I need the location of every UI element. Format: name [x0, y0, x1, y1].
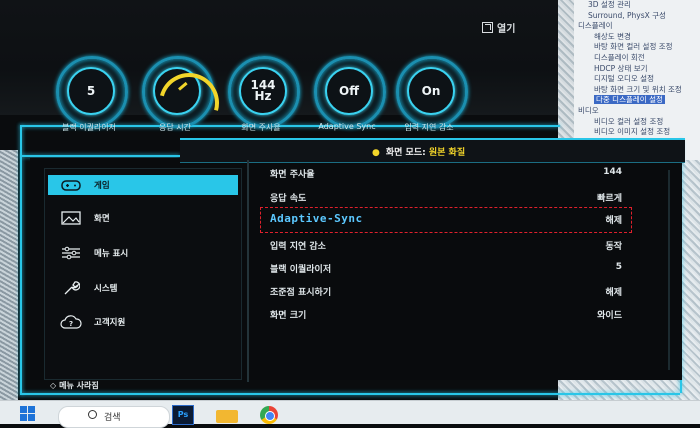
setting-value: 와이드 [597, 311, 622, 321]
background-left-noise [0, 150, 18, 400]
menu-item-label: 화면 [94, 214, 110, 224]
knob-label: 화면 주사율 [241, 123, 281, 132]
photoshop-icon[interactable]: Ps [172, 405, 194, 425]
tree-item[interactable]: 비디오 [578, 106, 682, 117]
tree-item[interactable]: 바탕 화면 크기 및 위치 조정 [578, 85, 682, 96]
menu-item-label: 고객지원 [94, 318, 126, 328]
tree-item[interactable]: 바탕 화면 컬러 설정 조정 [578, 42, 682, 53]
setting-value: 5 [615, 262, 622, 272]
tree-item[interactable]: 디지털 오디오 설정 [578, 74, 682, 85]
sliders-icon [58, 245, 84, 261]
tree-item[interactable]: 해상도 변경 [578, 32, 682, 43]
setting-row-input-lag[interactable]: 입력 지연 감소 동작 [262, 236, 622, 254]
joystick-icon: ◇ [50, 381, 57, 390]
tree-item[interactable]: 3D 설정 관리 [578, 0, 682, 11]
knob-value [148, 62, 230, 144]
windows-start-icon[interactable] [20, 406, 36, 422]
open-external-icon [482, 22, 493, 33]
setting-row-refresh-rate[interactable]: 화면 주사율 144 [262, 164, 622, 182]
nvidia-tree: 3D 설정 관리 Surround, PhysX 구성 디스플레이 해상도 변경… [578, 0, 682, 138]
bottom-hint: ◇ 메뉴 사라짐 [50, 380, 99, 391]
tree-item[interactable]: HDCP 상태 보기 [578, 64, 682, 75]
knob-value: On [407, 67, 455, 115]
bottom-hint-label: 메뉴 사라짐 [59, 381, 99, 390]
osd-frame-line [20, 155, 22, 395]
osd-frame-line [20, 393, 680, 395]
tree-item-selected[interactable]: 다중 디스플레이 설정 [594, 95, 665, 105]
open-label: 열기 [497, 24, 516, 35]
menu-divider [247, 160, 249, 382]
screen-mode-label: 화면 모드: [385, 148, 426, 158]
svg-text:?: ? [69, 320, 73, 328]
osd-scroll-rail [668, 170, 670, 370]
black-equalizer-knob[interactable]: 5 [56, 56, 128, 128]
setting-value: 동작 [605, 242, 622, 252]
input-lag-knob[interactable]: On [396, 56, 468, 128]
knob-label: 입력 지연 감소 [404, 123, 454, 132]
setting-value: 빠르게 [597, 194, 622, 204]
tree-item[interactable]: 디스플레이 회전 [578, 53, 682, 64]
menu-item-support[interactable]: ? 고객지원 [48, 312, 238, 332]
tree-item[interactable]: 디스플레이 [578, 21, 682, 32]
tree-item[interactable]: 다중 디스플레이 설정 [578, 95, 682, 106]
menu-item-system[interactable]: 시스템 [48, 278, 238, 298]
setting-key: 화면 크기 [270, 311, 307, 321]
menu-item-label: 시스템 [94, 284, 118, 294]
search-icon [88, 410, 97, 419]
wrench-icon [58, 280, 84, 296]
osd-frame-line [20, 155, 180, 157]
knob-label: 블랙 이퀄라이저 [61, 123, 117, 132]
screen-mode-value: 원본 화질 [428, 148, 466, 158]
setting-value: 144 [603, 167, 622, 177]
picture-icon [58, 210, 84, 226]
menu-item-picture[interactable]: 화면 [48, 208, 238, 228]
menu-item-label: 게임 [94, 181, 110, 191]
annotation-highlight-box [260, 207, 632, 233]
setting-key: 입력 지연 감소 [270, 242, 326, 252]
setting-row-screen-size[interactable]: 화면 크기 와이드 [262, 305, 622, 323]
setting-key: 블랙 이퀄라이저 [270, 265, 332, 275]
menu-item-game[interactable]: 게임 [48, 175, 238, 195]
menu-item-label: 메뉴 표시 [94, 249, 129, 259]
tree-item[interactable]: 비디오 이미지 설정 조정 [578, 127, 682, 138]
help-cloud-icon: ? [58, 314, 84, 330]
knob-value: 5 [67, 67, 115, 115]
response-time-knob[interactable] [142, 56, 230, 144]
setting-value: 해제 [605, 288, 622, 298]
screen-mode-text: ● 화면 모드: 원본 화질 [372, 148, 466, 158]
open-link[interactable]: 열기 [482, 20, 515, 35]
knob-value: Off [325, 67, 373, 115]
setting-row-response-speed[interactable]: 응답 속도 빠르게 [262, 188, 622, 206]
chrome-icon[interactable] [260, 406, 278, 424]
tree-item[interactable]: 비디오 컬러 설정 조정 [578, 117, 682, 128]
taskbar-search-placeholder: 검색 [104, 413, 121, 423]
knob-value: 144 Hz [239, 67, 287, 115]
setting-key: 응답 속도 [270, 194, 307, 204]
setting-key: 화면 주사율 [270, 170, 315, 180]
setting-key: 조준점 표시하기 [270, 288, 332, 298]
setting-row-black-equalizer[interactable]: 블랙 이퀄라이저 5 [262, 259, 622, 277]
gamepad-icon [58, 177, 84, 193]
knob-label: 응답 시간 [159, 123, 191, 132]
osd-left-menu [44, 168, 242, 380]
tree-item[interactable]: Surround, PhysX 구성 [578, 11, 682, 22]
setting-row-crosshair[interactable]: 조준점 표시하기 해제 [262, 282, 622, 300]
osd-frame-line [20, 125, 22, 155]
menu-item-menu-display[interactable]: 메뉴 표시 [48, 243, 238, 263]
adaptive-sync-knob[interactable]: Off [314, 56, 386, 128]
refresh-rate-knob[interactable]: 144 Hz [228, 56, 300, 128]
folder-icon[interactable] [216, 410, 238, 423]
